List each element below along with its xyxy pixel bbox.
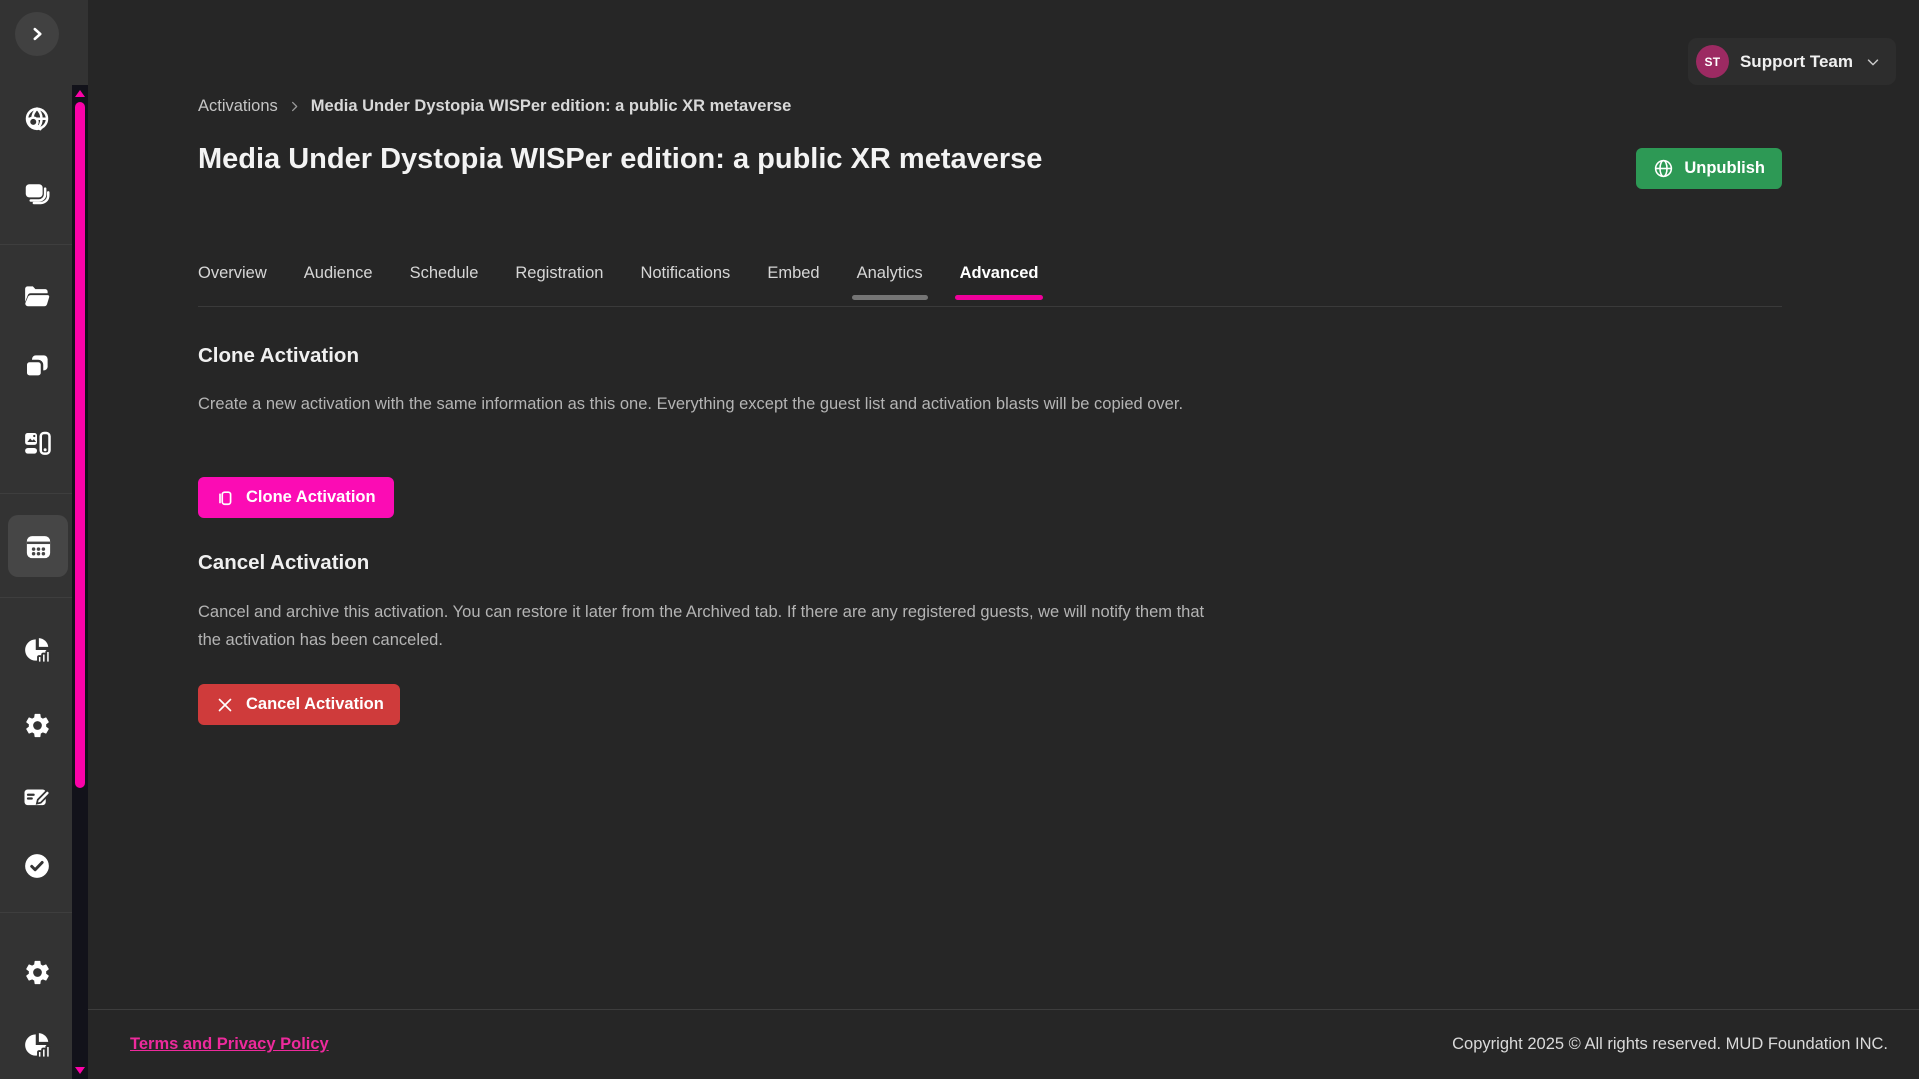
tab-embed[interactable]: Embed [767,252,819,306]
sidebar-item-media-layout[interactable] [15,421,59,465]
copy-icon [22,351,52,381]
check-circle-icon [22,851,52,881]
tab-bar: Overview Audience Schedule Registration … [198,252,1782,307]
scroll-down-arrow[interactable] [75,1067,85,1074]
clone-section-title: Clone Activation [198,344,359,368]
scrollbar-thumb[interactable] [75,102,85,788]
sidebar-item-settings[interactable] [15,703,59,747]
sidebar-divider [0,912,72,913]
sidebar-item-activations[interactable] [8,515,68,577]
copyright-text: Copyright 2025 © All rights reserved. MU… [1452,1035,1888,1054]
sidebar-divider [0,244,72,245]
tab-schedule[interactable]: Schedule [410,252,479,306]
sidebar-item-files[interactable] [15,275,59,319]
terms-privacy-link[interactable]: Terms and Privacy Policy [130,1035,329,1054]
media-layout-icon [22,428,52,458]
breadcrumb-activations-link[interactable]: Activations [198,97,278,116]
footer: Terms and Privacy Policy Copyright 2025 … [88,1009,1919,1079]
sidebar-item-analytics[interactable] [15,628,59,672]
globe-icon [1653,158,1674,179]
folder-open-icon [22,282,52,312]
tab-audience[interactable]: Audience [304,252,373,306]
page-content: Activations Media Under Dystopia WISPer … [198,0,1782,1079]
breadcrumb-current: Media Under Dystopia WISPer edition: a p… [311,97,791,116]
sidebar-item-approvals[interactable] [15,844,59,888]
gear-icon [23,958,52,987]
main-area: ST Support Team Activations Media Under … [88,0,1919,1079]
unpublish-button-label: Unpublish [1684,159,1765,178]
sidebar-item-collections[interactable] [15,171,59,215]
globe-search-icon [22,105,52,135]
sidebar-divider [0,597,72,598]
cancel-section-description: Cancel and archive this activation. You … [198,598,1228,654]
tab-registration[interactable]: Registration [515,252,603,306]
unpublish-button[interactable]: Unpublish [1636,148,1782,189]
stacked-cards-icon [22,178,52,208]
clone-section-description: Create a new activation with the same in… [198,390,1183,418]
pie-chart-icon [22,1030,52,1060]
sidebar-item-reports[interactable] [15,1023,59,1067]
cancel-activation-button[interactable]: Cancel Activation [198,684,400,725]
card-edit-icon [22,782,52,812]
pie-chart-icon [22,635,52,665]
sidebar-item-explore[interactable] [15,98,59,142]
sidebar-item-card-editor[interactable] [15,775,59,819]
chevron-right-icon [287,99,302,114]
scroll-up-arrow[interactable] [75,90,85,97]
tab-advanced[interactable]: Advanced [960,252,1039,306]
clone-button-label: Clone Activation [246,488,376,507]
clone-icon [216,488,236,508]
sidebar-divider [0,493,72,494]
sidebar-item-duplicates[interactable] [15,344,59,388]
calendar-icon [23,531,54,562]
vertical-scrollbar[interactable] [72,85,88,1079]
breadcrumb: Activations Media Under Dystopia WISPer … [198,97,791,116]
tab-notifications[interactable]: Notifications [640,252,730,306]
tab-analytics[interactable]: Analytics [857,252,923,306]
chevron-right-icon [24,21,50,47]
page-title: Media Under Dystopia WISPer edition: a p… [198,143,1042,176]
chevron-down-icon [1864,53,1882,71]
sidebar-expand-button[interactable] [15,12,59,56]
x-icon [214,694,236,716]
sidebar-item-admin-settings[interactable] [15,950,59,994]
cancel-button-label: Cancel Activation [246,695,384,714]
gear-icon [23,711,52,740]
cancel-section-title: Cancel Activation [198,551,369,575]
clone-activation-button[interactable]: Clone Activation [198,477,394,518]
tab-overview[interactable]: Overview [198,252,267,306]
